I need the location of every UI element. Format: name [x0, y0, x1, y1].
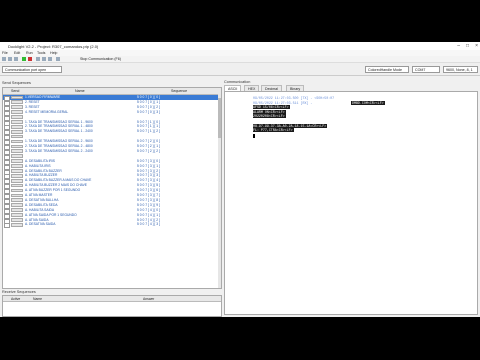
title-bar: Docklight V2.2 - Project: R307_comandos.…	[0, 42, 480, 50]
send-button[interactable]	[11, 218, 23, 222]
send-button[interactable]	[11, 169, 23, 173]
send-button[interactable]	[11, 164, 23, 168]
send-button[interactable]	[11, 120, 23, 124]
receive-sequences-table: Active Name Answer	[2, 295, 222, 317]
scrollbar[interactable]	[218, 94, 221, 288]
send-sequences-table: Send Name Sequence 1.VERSAO FIRMWARE 5 0 …	[2, 87, 222, 289]
send-button[interactable]	[11, 149, 23, 154]
port-status: Communication port open	[2, 66, 62, 73]
new-icon[interactable]	[2, 57, 6, 61]
send-button[interactable]	[11, 129, 23, 134]
send-sequences-title: Send Sequences	[2, 81, 31, 85]
send-button[interactable]	[11, 188, 23, 193]
send-button[interactable]	[11, 95, 23, 100]
send-button[interactable]	[11, 208, 23, 212]
communication-title: Communication	[224, 80, 251, 84]
toolbar-status: Stop Communication (F6)	[80, 57, 121, 61]
received-data: DMBD.COM<CR><LF>	[351, 100, 385, 105]
col-sequence: Sequence	[171, 89, 188, 93]
port-settings-select[interactable]: 9600, None, 8, 1	[443, 66, 478, 73]
mode-select[interactable]: ColoredHandle Mode	[365, 66, 409, 73]
window-controls: – □ ×	[457, 43, 478, 49]
receive-sequences-title: Receive Sequences	[2, 290, 36, 294]
stop-icon[interactable]	[28, 57, 32, 61]
communication-panel: Communication ASCII HEX Decimal Binary 0…	[224, 80, 478, 315]
menu-file[interactable]: File	[2, 51, 8, 55]
log-line: 09/05/2022 11:27:03.511 [RX] -	[253, 100, 313, 105]
receive-table-header: Active Name Answer	[3, 296, 221, 302]
send-button[interactable]	[11, 198, 23, 203]
send-button[interactable]	[11, 144, 23, 149]
col-active: Active	[11, 296, 21, 301]
table-row[interactable]: A. DESATIVA SAIDA 5 0 0 7 [ 4 ] [ 3 ]	[3, 222, 221, 229]
sequence-name: A. DESATIVA SAIDA	[25, 222, 56, 227]
menu-help[interactable]: Help	[50, 51, 57, 55]
menu-run[interactable]: Run	[26, 51, 33, 55]
col-name: Name	[75, 89, 85, 93]
send-button[interactable]	[11, 115, 23, 119]
col-name: Name	[33, 296, 43, 301]
send-button[interactable]	[11, 173, 23, 178]
log-line: 09/05/2022 11:27:03.500 [TX] - <SOH>50:0…	[253, 96, 335, 100]
send-button[interactable]	[11, 134, 23, 139]
send-button[interactable]	[11, 105, 23, 110]
send-button[interactable]	[11, 213, 23, 217]
help-icon[interactable]	[56, 57, 60, 61]
send-button[interactable]	[11, 203, 23, 208]
log-line: ALARM ON<CR><LF>	[253, 109, 286, 114]
send-button[interactable]	[11, 193, 23, 198]
log-line: 20220208<CR><LF>	[253, 114, 286, 119]
communication-window[interactable]: 09/05/2022 11:27:03.500 [TX] - <SOH>50:0…	[224, 91, 478, 315]
maximize-icon[interactable]: □	[466, 43, 469, 49]
col-answer: Answer	[143, 296, 155, 301]
log-line: AFSD 15/06<CR><LF>	[253, 105, 290, 110]
run-icon[interactable]	[22, 57, 26, 61]
save-icon[interactable]	[14, 57, 18, 61]
clear-icon[interactable]	[42, 57, 46, 61]
close-icon[interactable]: ×	[475, 43, 478, 49]
window-title: Docklight V2.2 - Project: R307_comandos.…	[8, 44, 99, 49]
port-bar: Communication port open ColoredHandle Mo…	[0, 63, 480, 76]
sequence-value: 5 0 0 7 [ 4 ] [ 3 ]	[137, 222, 160, 227]
send-button[interactable]	[11, 139, 23, 144]
text-cursor	[253, 134, 255, 138]
send-button[interactable]	[11, 154, 23, 159]
send-button[interactable]	[11, 100, 23, 105]
settings-icon[interactable]	[36, 57, 40, 61]
send-button[interactable]	[11, 222, 23, 227]
send-button[interactable]	[11, 183, 23, 188]
menu-edit[interactable]: Edit	[14, 51, 20, 55]
send-table-header: Send Name Sequence	[3, 88, 221, 95]
docklight-window: Docklight V2.2 - Project: R307_comandos.…	[0, 42, 480, 317]
send-button[interactable]	[11, 159, 23, 163]
log-icon[interactable]	[48, 57, 52, 61]
row-checkbox[interactable]	[4, 223, 10, 229]
log-line: FL: P77,CTRA<CR><LF>	[253, 128, 294, 133]
log-line: 08-97-99-37-3A-A0-2A-18-15-1A<CR><LF>	[253, 123, 328, 128]
col-send: Send	[11, 89, 20, 93]
open-icon[interactable]	[8, 57, 12, 61]
menu-tools[interactable]: Tools	[37, 51, 45, 55]
toolbar: Stop Communication (F6)	[0, 56, 480, 63]
send-button[interactable]	[11, 124, 23, 129]
send-button[interactable]	[11, 178, 23, 183]
com-port-select[interactable]: COM7	[412, 66, 440, 73]
scrollbar-thumb[interactable]	[218, 98, 221, 138]
send-button[interactable]	[11, 110, 23, 114]
minimize-icon[interactable]: –	[457, 43, 460, 49]
